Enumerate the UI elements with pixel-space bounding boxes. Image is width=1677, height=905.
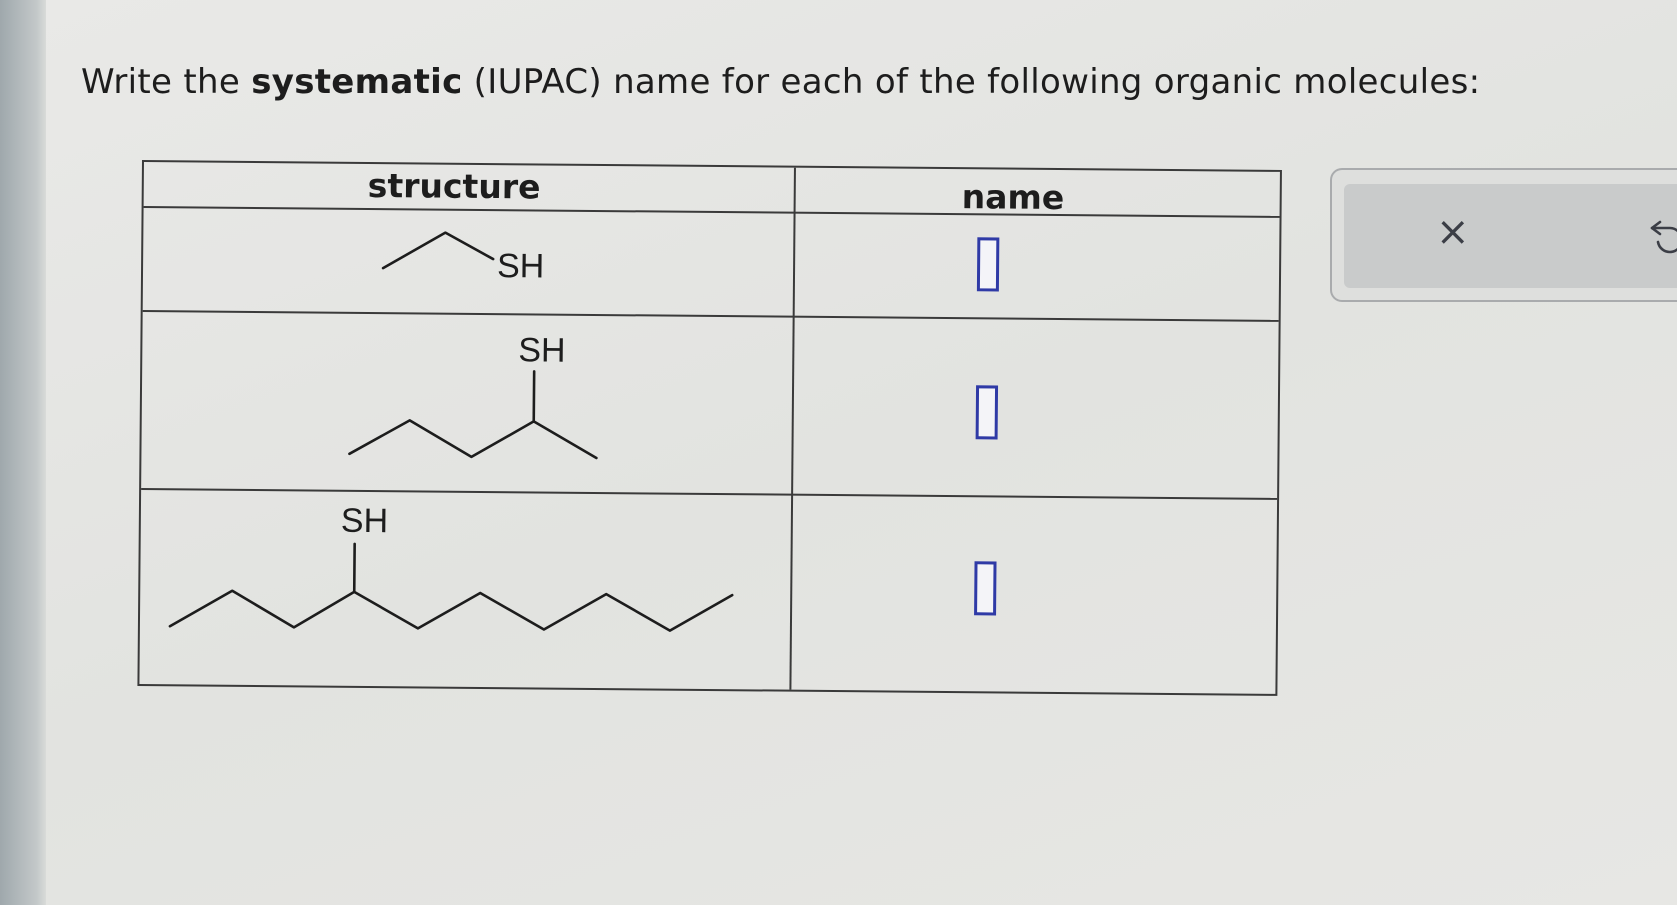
column-header-name: name <box>961 177 1065 218</box>
clear-button[interactable]: × <box>1436 212 1470 252</box>
question-prompt: Write the systematic (IUPAC) name for ea… <box>81 62 1481 102</box>
close-icon: × <box>1436 209 1470 255</box>
screen-bezel <box>0 0 46 905</box>
molecule-table: structure name SH SH SH <box>137 160 1282 696</box>
prompt-emphasis: systematic <box>251 62 463 102</box>
toolbar-inner <box>1344 184 1677 288</box>
answer-input-row-3[interactable] <box>974 561 997 616</box>
answer-toolbar: × <box>1330 168 1677 302</box>
answer-input-row-1[interactable] <box>976 237 1000 292</box>
undo-icon <box>1650 220 1677 254</box>
molecule-row-3 <box>139 162 794 692</box>
molecule-3-sh-label: SH <box>340 501 389 541</box>
undo-button[interactable] <box>1648 212 1677 263</box>
molecule-3-skeleton <box>168 542 734 632</box>
answer-input-row-2[interactable] <box>975 385 999 440</box>
